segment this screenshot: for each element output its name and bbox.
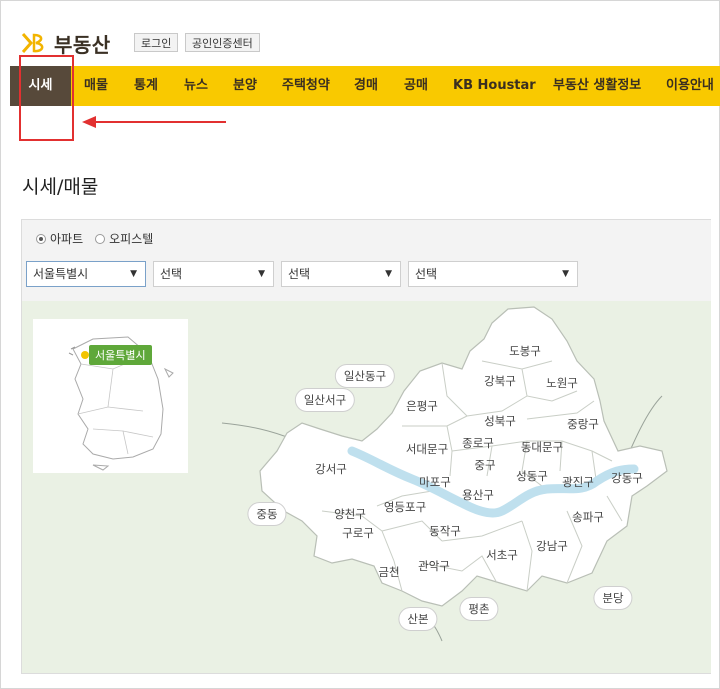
logo[interactable]: 부동산 <box>20 28 111 58</box>
nav-item-living-info[interactable]: 부동산 생활정보 <box>553 66 641 106</box>
district-yongsan[interactable]: 용산구 <box>462 487 494 503</box>
radio-apartment[interactable]: 아파트 <box>36 230 83 247</box>
district-jungnang[interactable]: 중랑구 <box>567 416 599 432</box>
nav-item-auction[interactable]: 경매 <box>354 66 378 106</box>
district-dongdaemun[interactable]: 동대문구 <box>521 439 563 455</box>
district-songpa[interactable]: 송파구 <box>572 509 604 525</box>
district-select[interactable]: 선택 ▼ <box>153 261 274 287</box>
select-value: 선택 <box>160 267 183 281</box>
district-jongno[interactable]: 종로구 <box>462 435 494 451</box>
annotation-arrow-icon <box>82 116 226 128</box>
caret-down-icon: ▼ <box>130 269 137 279</box>
radio-dot <box>36 233 46 244</box>
region-tooltip: 서울특별시 <box>89 345 152 365</box>
district-guro[interactable]: 구로구 <box>342 525 374 541</box>
district-seocho[interactable]: 서초구 <box>486 547 518 563</box>
nav-item-public-auction[interactable]: 공매 <box>404 66 428 106</box>
logo-text: 부동산 <box>54 32 111 57</box>
cert-center-button[interactable]: 공인인증센터 <box>185 33 260 52</box>
district-yangcheon[interactable]: 양천구 <box>334 506 366 522</box>
radio-label: 오피스텔 <box>109 232 154 246</box>
kb-logo-icon <box>21 33 44 53</box>
area-ilsan-dong[interactable]: 일산동구 <box>334 364 396 388</box>
district-dongjak[interactable]: 동작구 <box>429 523 461 539</box>
login-button[interactable]: 로그인 <box>134 33 179 52</box>
nav-item-kb-houstar[interactable]: KB Houstar <box>453 66 536 106</box>
district-seodaemun[interactable]: 서대문구 <box>406 441 448 457</box>
caret-down-icon: ▼ <box>258 269 265 279</box>
nav-item-guide[interactable]: 이용안내 <box>666 66 714 106</box>
district-eunpyeong[interactable]: 은평구 <box>406 398 438 414</box>
select-value: 선택 <box>415 267 438 281</box>
nav-item-statistics[interactable]: 통계 <box>134 66 158 106</box>
district-geumcheon[interactable]: 금천 <box>378 564 399 580</box>
select-value: 서울특별시 <box>33 267 89 281</box>
annotation-highlight-box <box>19 55 74 141</box>
district-yeongdeungpo[interactable]: 영등포구 <box>384 499 426 515</box>
nav-item-listings[interactable]: 매물 <box>84 66 108 106</box>
area-jungdong[interactable]: 중동 <box>247 502 287 526</box>
page-title: 시세/매물 <box>22 176 99 198</box>
radio-label: 아파트 <box>50 232 84 246</box>
property-type-radios: 아파트 오피스텔 <box>36 230 153 247</box>
district-seongdong[interactable]: 성동구 <box>516 468 548 484</box>
nav-item-housing-subscription[interactable]: 주택청약 <box>282 66 330 106</box>
district-gangnam[interactable]: 강남구 <box>536 538 568 554</box>
main-nav: 시세 매물 통계 뉴스 분양 주택청약 경매 공매 KB Houstar 부동산… <box>10 66 720 106</box>
district-mapo[interactable]: 마포구 <box>419 474 451 490</box>
district-gangdong[interactable]: 강동구 <box>611 470 643 486</box>
district-gangbuk[interactable]: 강북구 <box>484 373 516 389</box>
select-value: 선택 <box>288 267 311 281</box>
area-sanbon[interactable]: 산본 <box>398 607 438 631</box>
district-gwangjin[interactable]: 광진구 <box>562 474 594 490</box>
dong-select[interactable]: 선택 ▼ <box>281 261 401 287</box>
seoul-outline <box>259 306 668 607</box>
korea-inset-map[interactable]: 서울특별시 <box>33 319 188 473</box>
radio-dot <box>95 233 106 244</box>
caret-down-icon: ▼ <box>385 269 392 279</box>
district-nowon[interactable]: 노원구 <box>546 375 578 391</box>
district-seongbuk[interactable]: 성북구 <box>484 413 516 429</box>
district-jung[interactable]: 중구 <box>474 457 495 473</box>
complex-select[interactable]: 선택 ▼ <box>408 261 578 287</box>
area-pyeongchon[interactable]: 평촌 <box>459 597 499 621</box>
city-select[interactable]: 서울특별시 ▼ <box>26 261 146 287</box>
korea-map-icon <box>68 336 174 471</box>
nav-item-news[interactable]: 뉴스 <box>184 66 208 106</box>
caret-down-icon: ▼ <box>562 269 569 279</box>
area-ilsan-seo[interactable]: 일산서구 <box>294 388 356 412</box>
nav-item-presale[interactable]: 분양 <box>233 66 257 106</box>
area-bundang[interactable]: 분당 <box>593 586 633 610</box>
map-area: 서울특별시 도봉구 강북구 노원구 은평구 성북구 중랑구 종로구 동대문구 서… <box>21 301 711 674</box>
radio-officetel[interactable]: 오피스텔 <box>95 230 153 247</box>
district-dobong[interactable]: 도봉구 <box>509 343 541 359</box>
district-gangseo[interactable]: 강서구 <box>315 461 347 477</box>
filter-panel: 아파트 오피스텔 서울특별시 ▼ 선택 ▼ 선택 ▼ 선택 ▼ <box>21 219 711 303</box>
district-gwanak[interactable]: 관악구 <box>418 558 450 574</box>
